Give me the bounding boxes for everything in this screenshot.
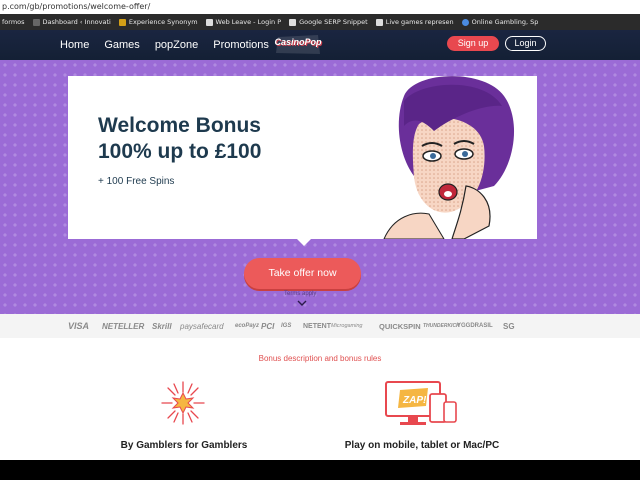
bookmark-item[interactable]: Web Leave - Login P xyxy=(205,18,282,26)
terms-link[interactable]: Terms apply xyxy=(284,291,316,297)
ecopayz-logo: ecoPayz xyxy=(235,323,260,329)
document-icon xyxy=(289,18,297,26)
bookmark-icon xyxy=(118,18,126,26)
globe-icon xyxy=(461,18,469,26)
casinopop-logo[interactable]: CasinoPop xyxy=(274,34,322,56)
offer-title: Welcome Bonus xyxy=(98,114,261,137)
bookmark-item[interactable]: Google SERP Snippet xyxy=(289,18,368,26)
bonus-rules-link[interactable]: Bonus description and bonus rules xyxy=(0,354,640,363)
bookmark-label: Web Leave - Login P xyxy=(215,18,282,26)
bookmark-label: Dashboard ‹ Innovati xyxy=(42,18,111,26)
feature-gamblers-title: By Gamblers for Gamblers xyxy=(120,440,248,451)
logo-text: CasinoPop xyxy=(274,37,322,47)
bookmark-label: Online Gambling, Sp xyxy=(471,18,539,26)
features-section: Bonus description and bonus rules ZAP! B… xyxy=(0,338,640,460)
thunderkick-logo: THUNDERKICK xyxy=(423,323,460,329)
document-icon xyxy=(375,18,383,26)
screen-bottom-bezel xyxy=(0,460,640,480)
login-button[interactable]: Login xyxy=(505,36,546,51)
nav-links: Home Games popZone Promotions xyxy=(60,39,269,51)
take-offer-button[interactable]: Take offer now xyxy=(244,258,361,289)
visa-logo: VISA xyxy=(68,321,90,331)
bookmark-label: Live games represen xyxy=(385,18,454,26)
paysafecard-logo: paysafecard xyxy=(180,321,224,331)
nav-home[interactable]: Home xyxy=(60,39,89,51)
offer-free-spins: + 100 Free Spins xyxy=(98,176,175,187)
nav-popzone[interactable]: popZone xyxy=(155,39,198,51)
quickspin-logo: QUICKSPIN xyxy=(379,321,421,331)
chevron-down-icon[interactable] xyxy=(297,300,307,306)
payment-providers-strip: VISA NETELLER Skrill paysafecard ecoPayz… xyxy=(0,314,640,338)
devices-icon: ZAP! xyxy=(385,381,457,425)
neteller-logo: NETELLER xyxy=(102,321,145,331)
pci-logo: PCI xyxy=(261,321,275,331)
nav-promotions[interactable]: Promotions xyxy=(213,39,269,51)
bookmark-item[interactable]: Dashboard ‹ Innovati xyxy=(32,18,111,26)
card-notch xyxy=(296,238,312,246)
feature-devices-title: Play on mobile, tablet or Mac/PC xyxy=(344,440,500,451)
zap-text: ZAP! xyxy=(402,395,427,406)
explosion-icon xyxy=(161,381,205,425)
bookmark-label: formos xyxy=(2,18,25,26)
yggdrasil-logo: YGGDRASIL xyxy=(457,323,493,329)
sg-logo: SG xyxy=(503,321,515,331)
bookmark-item[interactable]: Live games represen xyxy=(375,18,454,26)
popart-woman-illustration xyxy=(383,76,515,239)
url-text: p.com/gb/promotions/welcome-offer/ xyxy=(2,2,151,11)
document-icon xyxy=(205,18,213,26)
bookmarks-bar: formos Dashboard ‹ Innovati Experience S… xyxy=(0,14,640,30)
skrill-logo: Skrill xyxy=(152,321,172,331)
bookmark-item[interactable]: Experience Synonym xyxy=(118,18,198,26)
address-bar[interactable]: p.com/gb/promotions/welcome-offer/ xyxy=(0,0,640,14)
bookmark-item[interactable]: formos xyxy=(2,18,25,26)
netent-logo: NETENT xyxy=(303,322,331,330)
microgaming-logo: Microgaming xyxy=(331,323,363,329)
bookmark-label: Google SERP Snippet xyxy=(299,18,368,26)
nav-games[interactable]: Games xyxy=(104,39,139,51)
wordpress-icon xyxy=(32,18,40,26)
igs-logo: IGS xyxy=(281,323,292,329)
offer-amount: 100% up to £100 xyxy=(98,140,262,163)
bookmark-item[interactable]: Online Gambling, Sp xyxy=(461,18,539,26)
bookmark-label: Experience Synonym xyxy=(128,18,198,26)
offer-card: Welcome Bonus 100% up to £100 + 100 Free… xyxy=(68,76,537,239)
signup-button[interactable]: Sign up xyxy=(447,36,499,51)
hero-section: Welcome Bonus 100% up to £100 + 100 Free… xyxy=(0,60,640,314)
